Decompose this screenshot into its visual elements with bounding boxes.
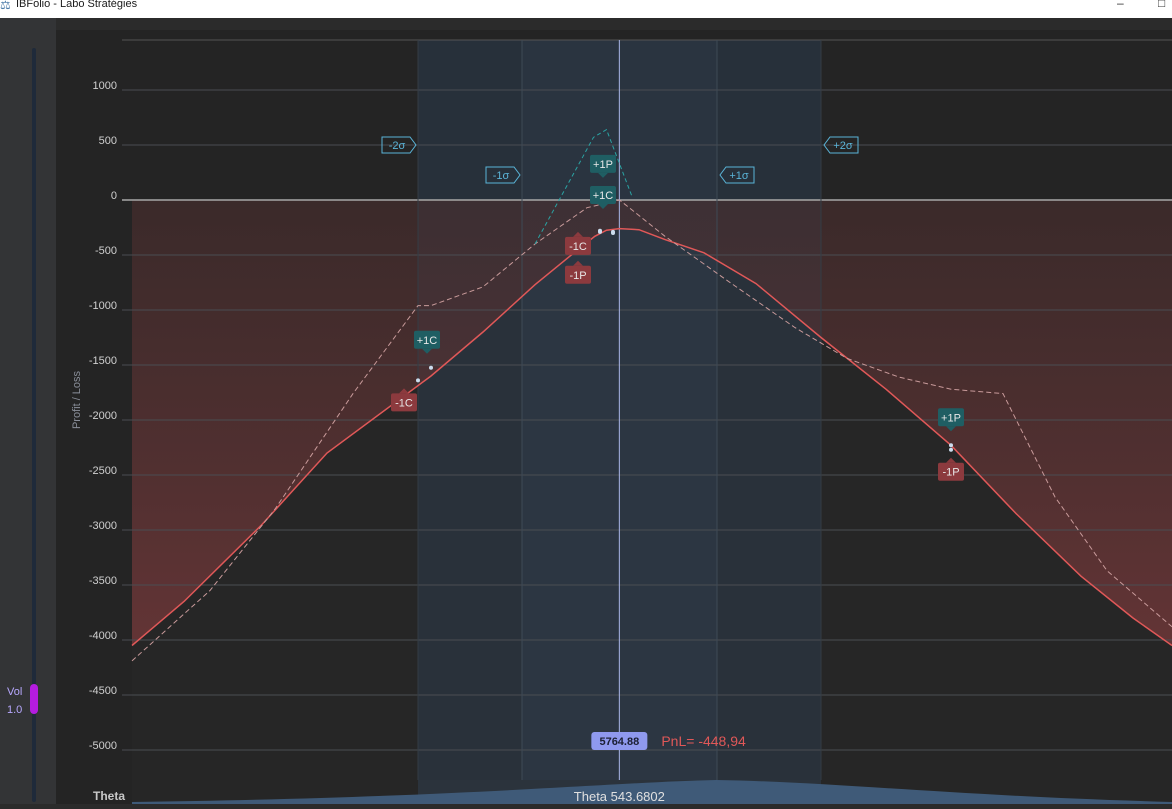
tag-label: -1C <box>395 397 413 409</box>
current-price-label: 5764.88 <box>599 736 639 748</box>
sigma-tag-text: +2σ <box>833 140 853 152</box>
tag-label: +1P <box>593 159 613 171</box>
pnl-label: PnL= -448,94 <box>661 733 746 749</box>
position-dot <box>429 365 433 370</box>
pnl-chart[interactable]: 1000 500 0 -500 -1000 -1500 -2000 -2500 -3000 -35… <box>56 30 1172 804</box>
position-dot <box>611 231 615 235</box>
y-tick-label: 0 <box>111 190 117 202</box>
vol-slider-thumb[interactable] <box>30 684 38 714</box>
tag-label: -1P <box>569 270 586 282</box>
y-tick-label: -1000 <box>89 300 117 312</box>
tag-label: +1C <box>593 190 614 202</box>
y-tick-label: -3500 <box>89 575 117 587</box>
sigma-tag-text: +1σ <box>729 170 749 182</box>
vol-value: 1.0 <box>7 704 23 716</box>
y-tick-label: -2000 <box>89 410 117 422</box>
y-tick-label: -500 <box>95 245 117 257</box>
tag-label: -1C <box>569 241 587 253</box>
maximize-button[interactable]: □ <box>1158 0 1165 10</box>
y-tick-label: 1000 <box>93 80 117 92</box>
theta-value-label: Theta 543.6802 <box>574 789 665 804</box>
y-tick-label: -4000 <box>89 630 117 642</box>
app-icon: ⚖ <box>0 0 11 12</box>
vol-label: Vol <box>7 686 23 698</box>
y-tick-label: -3000 <box>89 520 117 532</box>
y-tick-label: 500 <box>99 135 117 147</box>
position-dot <box>416 378 420 383</box>
y-tick-label: -1500 <box>89 355 117 367</box>
minimize-button[interactable]: – <box>1117 0 1124 10</box>
position-dot <box>598 228 602 233</box>
y-tick-label: -4500 <box>89 685 117 697</box>
position-dot <box>949 447 953 452</box>
sigma-tag-text: -1σ <box>493 170 510 182</box>
y-tick-label: -5000 <box>89 740 117 752</box>
tag-label: -1P <box>942 467 959 479</box>
sigma-tag-text: -2σ <box>389 140 406 152</box>
tag-label: +1C <box>417 335 438 347</box>
window-title: IBFolio - Labo Stratégies <box>16 0 138 10</box>
y-tick-label: -2500 <box>89 465 117 477</box>
tag-label: +1P <box>941 412 961 424</box>
y-axis-label: Profit / Loss <box>71 370 83 429</box>
title-bar: ⚖ IBFolio - Labo Stratégies – □ <box>0 0 1172 18</box>
pnl-chart-area[interactable]: 1000 500 0 -500 -1000 -1500 -2000 -2500 -3000 -35… <box>56 30 1172 804</box>
position-dot <box>949 443 953 448</box>
theta-label: Theta <box>93 789 125 803</box>
